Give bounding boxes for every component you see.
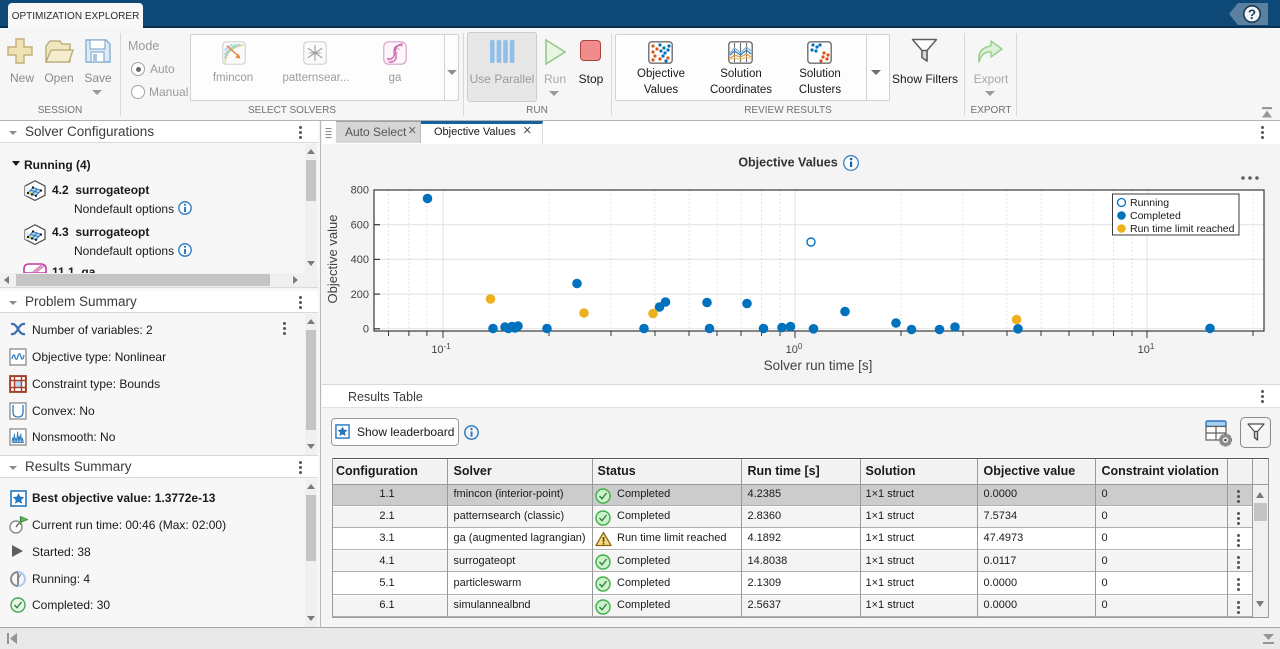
svg-text:Completed: Completed xyxy=(1130,210,1181,222)
svg-text:Run time limit reached: Run time limit reached xyxy=(1130,223,1235,235)
svg-text:600: 600 xyxy=(351,219,369,231)
svg-text:400: 400 xyxy=(351,254,369,266)
svg-text:800: 800 xyxy=(351,185,369,197)
svg-text:200: 200 xyxy=(351,289,369,301)
svg-text:Solver run time [s]: Solver run time [s] xyxy=(764,358,873,373)
svg-text:Objective value: Objective value xyxy=(325,215,340,304)
svg-text:0: 0 xyxy=(363,324,369,336)
svg-text:Objective Values: Objective Values xyxy=(738,156,837,170)
svg-text:Running: Running xyxy=(1130,197,1169,209)
svg-text:?: ? xyxy=(1248,7,1256,22)
